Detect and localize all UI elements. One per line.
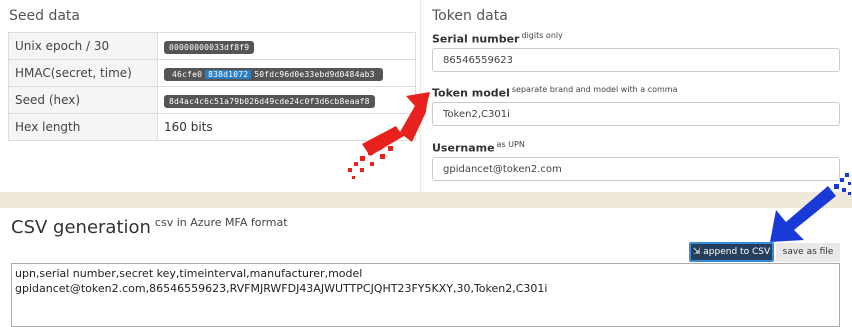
row-key: Seed (hex) xyxy=(8,86,158,114)
hmac-segment: 50fdc96d0e33ebd9d0484ab3 xyxy=(254,69,375,79)
token-model-label: Token model separate brand and model with… xyxy=(432,85,678,100)
cart-icon: ⇲ xyxy=(692,247,701,257)
table-row: Unix epoch / 30 00000000033df8f9 xyxy=(8,32,416,60)
hmac-segment-highlight: 838d1072 xyxy=(205,69,252,79)
table-row: HMAC(secret, time) 46cfe0 838d1072 50fdc96… xyxy=(8,59,416,87)
serial-number-input[interactable] xyxy=(432,48,840,72)
token-model-input[interactable] xyxy=(432,102,840,126)
row-key: HMAC(secret, time) xyxy=(8,59,158,87)
seed-data-title: Seed data xyxy=(9,8,80,24)
blue-arrow-icon xyxy=(770,173,851,242)
row-key: Unix epoch / 30 xyxy=(8,32,158,60)
token-data-panel: Token data Serial numberdigits only Toke… xyxy=(421,0,852,192)
username-hint: as UPN xyxy=(496,140,525,149)
serial-hint: digits only xyxy=(521,31,563,40)
red-arrow-icon xyxy=(348,92,430,179)
hmac-value: 46cfe0 838d1072 50fdc96d0e33ebd9d0484ab3 xyxy=(164,67,383,81)
append-to-csv-button[interactable]: ⇲ append to CSV xyxy=(689,242,774,262)
csv-output-textarea[interactable]: upn,serial number,secret key,timeinterva… xyxy=(11,263,840,327)
csv-subtitle: csv in Azure MFA format xyxy=(154,216,288,229)
csv-title: CSV generation csv in Azure MFA format xyxy=(11,216,288,238)
hmac-segment: 46cfe0 xyxy=(172,69,203,79)
username-label: Username as UPN xyxy=(432,140,525,155)
model-hint: separate brand and model with a comma xyxy=(511,85,678,94)
epoch-value: 00000000033df8f9 xyxy=(164,40,255,54)
row-key: Hex length xyxy=(8,113,158,141)
serial-number-label: Serial number digits only xyxy=(432,31,563,46)
token-data-title: Token data xyxy=(432,8,508,24)
